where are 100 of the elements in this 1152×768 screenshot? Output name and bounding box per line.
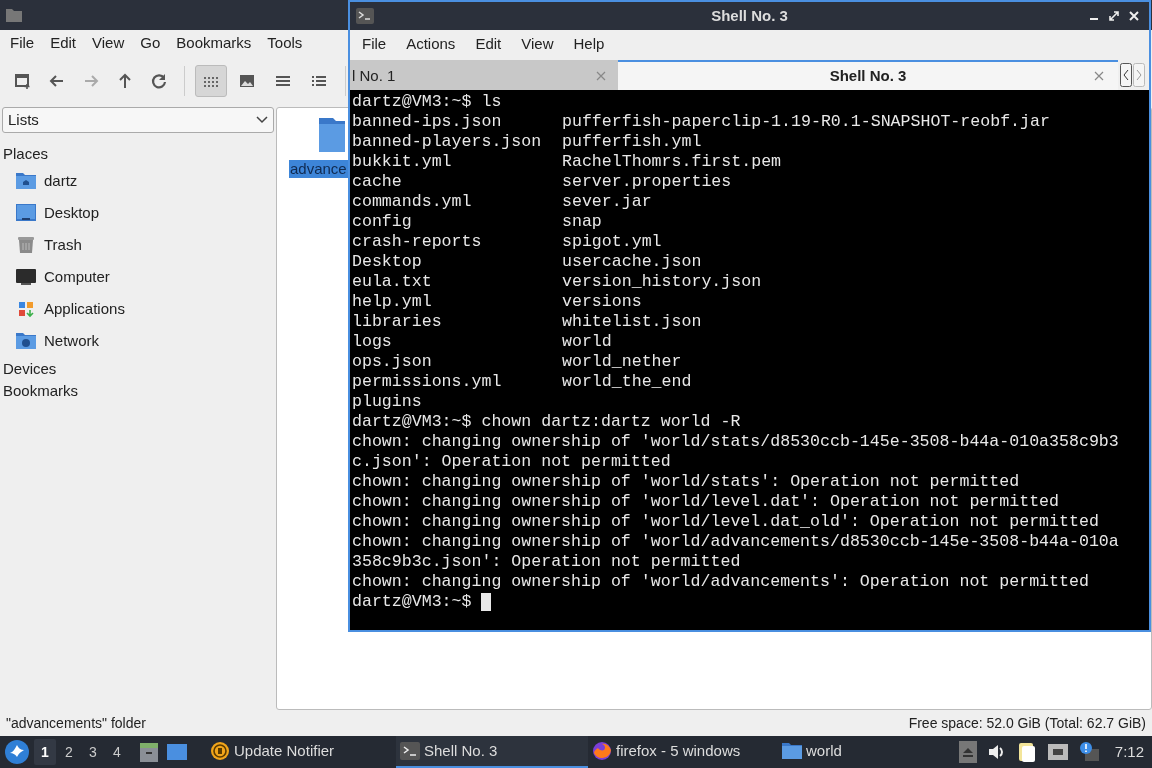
terminal-text: bukkit.yml — [352, 152, 453, 172]
terminal-text: Desktop — [352, 252, 423, 272]
taskbar-button[interactable]: Update Notifier — [206, 736, 396, 768]
terminal-text: usercache.json — [562, 252, 702, 272]
place-label[interactable]: Network — [44, 329, 99, 353]
section-heading[interactable]: Bookmarks — [0, 380, 276, 402]
file-cabinet-icon[interactable] — [138, 741, 160, 763]
terminal-text: pufferfish.yml — [562, 132, 702, 152]
terminal-text: cache — [352, 172, 403, 192]
terminal-text: world_the_end — [562, 372, 692, 392]
terminal-text: chown: changing ownership of 'world/level.dat_old': Operation not permitted — [352, 512, 1099, 531]
folder-icon[interactable] — [319, 116, 345, 152]
eject-icon[interactable] — [958, 741, 977, 763]
cursor — [481, 593, 492, 611]
menu-item[interactable]: File — [2, 29, 43, 57]
menu-item[interactable]: File — [352, 32, 397, 56]
terminal-text: logs — [352, 332, 393, 352]
place-label[interactable]: Applications — [44, 297, 125, 321]
terminal-text: crash-reports — [352, 232, 483, 252]
terminal-text: chown: changing ownership of 'world/level.dat': Operation not permitted — [352, 492, 1059, 511]
terminal-icon — [356, 8, 374, 24]
taskbar-button[interactable]: firefox - 5 windows — [588, 736, 778, 768]
menu-item[interactable]: Edit — [465, 32, 512, 56]
icon-view-button[interactable] — [195, 65, 227, 97]
window-title: Shell No. 3 — [711, 5, 788, 26]
terminal-text: dartz@VM3:~$ chown dartz:dartz world -R — [352, 412, 741, 431]
start-menu-icon[interactable] — [4, 739, 30, 765]
workspace-button[interactable]: 4 — [106, 739, 128, 765]
place-label[interactable]: Computer — [44, 265, 110, 289]
terminal-text: server.properties — [562, 172, 732, 192]
fox-globe-icon — [592, 741, 612, 761]
clock-text: 7:12 — [1114, 741, 1144, 762]
section-heading[interactable]: Places — [0, 143, 276, 165]
reload-icon — [150, 72, 168, 90]
network-port-icon[interactable] — [1046, 743, 1069, 761]
free-space-text: Free space: 52.0 GiB (Total: 62.7 GiB) — [908, 713, 1146, 733]
workspace-button[interactable]: 3 — [82, 739, 104, 765]
terminal-text: permissions.yml — [352, 372, 503, 392]
folder-icon — [6, 8, 22, 22]
desktop-icon[interactable] — [166, 741, 188, 763]
terminal-text: plugins — [352, 392, 422, 411]
notification-icon[interactable] — [1078, 741, 1101, 763]
terminal-text: libraries — [352, 312, 443, 332]
menu-item[interactable]: Tools — [259, 29, 311, 57]
terminal-text: RachelThomrs.first.pem — [562, 152, 782, 172]
terminal-text: commands.yml — [352, 192, 473, 212]
workspace-button[interactable]: 2 — [58, 739, 80, 765]
terminal-text: pufferfish-paperclip-1.19-R0.1-SNAPSHOT-reobf.jar — [562, 112, 1050, 132]
home-folder-icon — [16, 171, 36, 191]
terminal-text: world — [562, 332, 612, 352]
place-label[interactable]: dartz — [44, 169, 78, 193]
terminal-text: world_nether — [562, 352, 682, 372]
terminal-text: dartz@VM3:~$ — [352, 592, 473, 612]
chevron-down-icon — [256, 116, 268, 124]
monitor-icon — [16, 267, 36, 287]
folder-icon — [782, 741, 802, 761]
side-pane-dropdown[interactable]: Lists — [2, 107, 274, 133]
menu-item[interactable]: Edit — [42, 29, 85, 57]
trash-icon — [16, 235, 36, 255]
terminal-tab[interactable]: Shell No. 3 — [618, 60, 1118, 90]
terminal-text: dartz@VM3:~$ ls — [352, 92, 502, 111]
menu-item[interactable]: View — [84, 29, 133, 57]
desktop-icon — [16, 203, 36, 223]
terminal-text: chown: changing ownership of 'world/advancements': Operation not permitted — [352, 572, 1089, 591]
terminal-text: chown: changing ownership of 'world/stats/d8530ccb-145e-3508-b44a-010a358c9b3 — [352, 432, 1119, 451]
terminal-text: eula.txt — [352, 272, 433, 292]
file-label[interactable]: advance — [289, 160, 348, 178]
menu-item[interactable]: Bookmarks — [168, 29, 260, 57]
terminal-text: snap — [562, 212, 602, 232]
terminal-text: c.json': Operation not permitted — [352, 452, 671, 471]
terminal-text: ops.json — [352, 352, 433, 372]
terminal-text: banned-ips.json — [352, 112, 503, 132]
network-folder-icon — [16, 331, 36, 351]
place-label[interactable]: Desktop — [44, 201, 100, 225]
terminal-text: chown: changing ownership of 'world/stats': Operation not permitted — [352, 472, 1020, 491]
terminal-text: 358c9b3c.json': Operation not permitted — [352, 552, 741, 571]
section-heading[interactable]: Devices — [0, 358, 276, 380]
terminal-text: whitelist.json — [562, 312, 702, 332]
menu-item[interactable]: Actions — [396, 32, 466, 56]
terminal-text: banned-players.json — [352, 132, 543, 152]
image-icon — [238, 72, 256, 90]
terminal-icon — [400, 741, 420, 761]
new-window-icon — [14, 72, 32, 90]
terminal-text: version_history.json — [562, 272, 762, 292]
place-label[interactable]: Trash — [44, 233, 82, 257]
refresh-badge-icon — [210, 741, 230, 761]
applications-icon — [16, 299, 36, 319]
menu-item[interactable]: Go — [132, 29, 169, 57]
taskbar-button[interactable]: world — [778, 736, 928, 768]
terminal-text: help.yml — [352, 292, 433, 312]
maximize-icon[interactable] — [1109, 11, 1119, 21]
scroll-left-icon[interactable] — [1120, 63, 1132, 87]
taskbar-button[interactable]: Shell No. 3 — [396, 736, 588, 768]
menu-item[interactable]: View — [511, 32, 564, 56]
workspace-button[interactable]: 1 — [34, 739, 56, 765]
menu-item[interactable]: Help — [563, 32, 615, 56]
terminal-text: chown: changing ownership of 'world/advancements/d8530ccb-145e-3508-b44a-010a — [352, 532, 1119, 551]
terminal-tab[interactable]: l No. 1 — [350, 60, 618, 90]
clipboard-icon[interactable] — [1016, 741, 1037, 763]
status-text: "advancements" folder — [6, 713, 146, 733]
